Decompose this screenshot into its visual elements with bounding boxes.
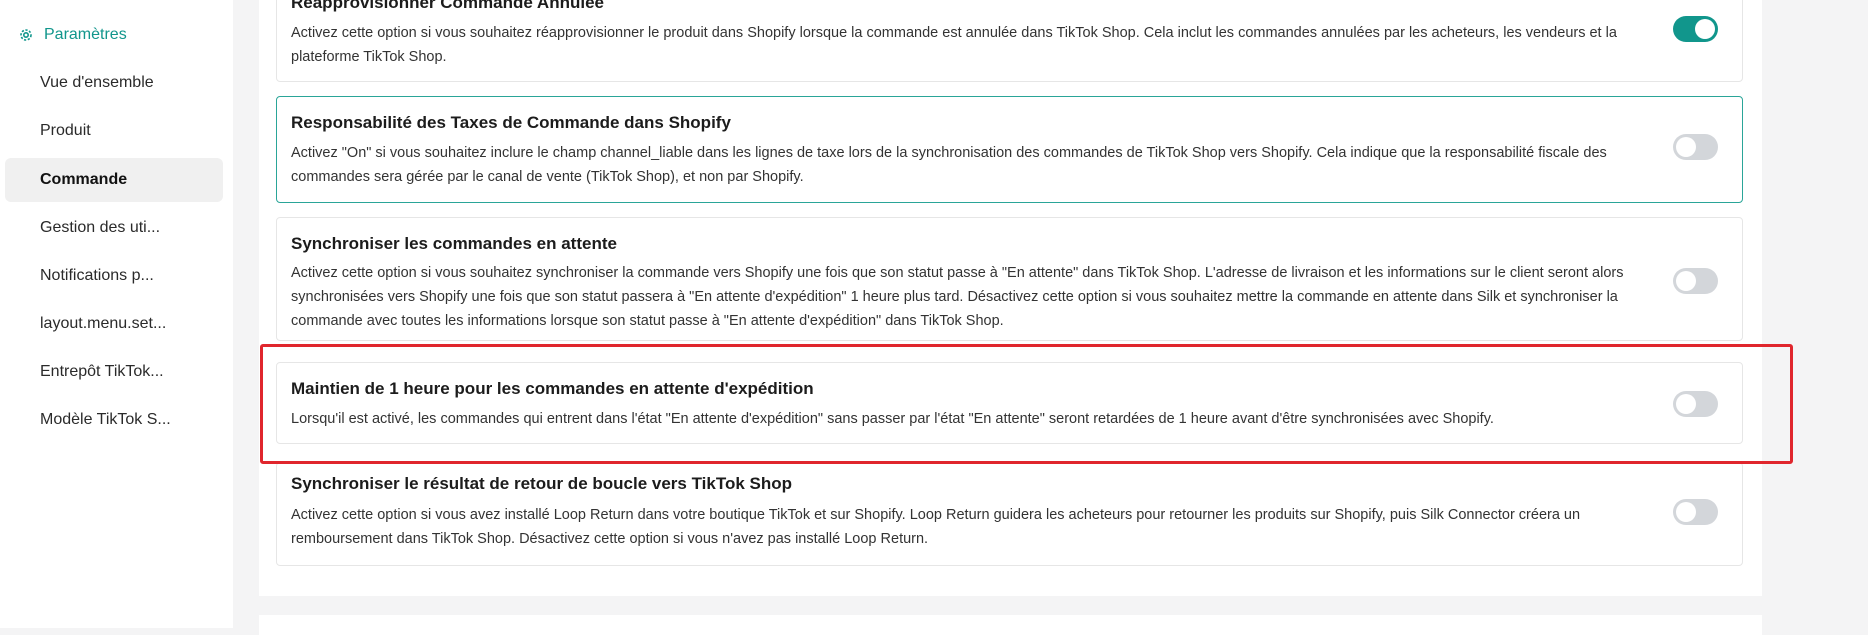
setting-card-tax-liability: Responsabilité des Taxes de Commande dan… xyxy=(276,96,1743,203)
setting-card-restock-cancelled: Réapprovisionner Commande Annulée Active… xyxy=(276,0,1743,82)
sidebar-header-label: Paramètres xyxy=(44,26,127,43)
sidebar-item-label: Commande xyxy=(40,171,128,188)
sidebar-item-layout-menu[interactable]: layout.menu.set... xyxy=(5,302,223,346)
sidebar-item-overview[interactable]: Vue d'ensemble xyxy=(5,61,223,105)
setting-title: Synchroniser le résultat de retour de bo… xyxy=(291,474,793,493)
toggle-knob xyxy=(1695,19,1715,39)
setting-description: Activez cette option si vous avez instal… xyxy=(291,507,1581,547)
sync-pending-toggle[interactable] xyxy=(1673,268,1718,294)
setting-title: Synchroniser les commandes en attente xyxy=(291,234,617,253)
sidebar-item-label: Notifications p... xyxy=(40,267,154,284)
sidebar-item-order[interactable]: Commande xyxy=(5,158,223,202)
gear-icon xyxy=(20,29,32,41)
setting-title: Réapprovisionner Commande Annulée xyxy=(291,0,604,12)
sidebar-item-tiktok-template[interactable]: Modèle TikTok S... xyxy=(5,398,223,442)
toggle-knob xyxy=(1676,394,1696,414)
sidebar-item-label: Produit xyxy=(40,122,91,139)
setting-card-sync-pending: Synchroniser les commandes en attente Ac… xyxy=(276,217,1743,341)
sidebar: Paramètres Vue d'ensemble Produit Comman… xyxy=(0,0,233,628)
setting-card-loop-return: Synchroniser le résultat de retour de bo… xyxy=(276,462,1743,566)
toggle-knob xyxy=(1676,271,1696,291)
sidebar-item-label: Gestion des uti... xyxy=(40,219,161,236)
sidebar-item-label: Entrepôt TikTok... xyxy=(40,363,164,380)
loop-return-toggle[interactable] xyxy=(1673,499,1718,525)
setting-description: Activez "On" si vous souhaitez inclure l… xyxy=(291,145,1607,185)
tax-liability-toggle[interactable] xyxy=(1673,134,1718,160)
setting-title: Responsabilité des Taxes de Commande dan… xyxy=(291,113,731,132)
restock-cancelled-toggle[interactable] xyxy=(1673,16,1718,42)
setting-description: Activez cette option si vous souhaitez s… xyxy=(291,265,1624,329)
sidebar-item-label: Vue d'ensemble xyxy=(40,74,154,91)
toggle-knob xyxy=(1676,137,1696,157)
setting-card-one-hour-hold: Maintien de 1 heure pour les commandes e… xyxy=(276,362,1743,444)
sidebar-item-product[interactable]: Produit xyxy=(5,109,223,153)
setting-description: Lorsqu'il est activé, les commandes qui … xyxy=(291,411,1494,427)
toggle-knob xyxy=(1676,502,1696,522)
sidebar-item-label: layout.menu.set... xyxy=(40,315,167,332)
sidebar-item-notifications[interactable]: Notifications p... xyxy=(5,254,223,298)
sidebar-item-label: Modèle TikTok S... xyxy=(40,411,171,428)
sidebar-header[interactable]: Paramètres xyxy=(18,24,127,46)
sidebar-item-user-management[interactable]: Gestion des uti... xyxy=(5,206,223,250)
setting-title: Maintien de 1 heure pour les commandes e… xyxy=(291,379,814,398)
next-panel xyxy=(259,615,1762,635)
one-hour-hold-toggle[interactable] xyxy=(1673,391,1718,417)
sidebar-item-tiktok-warehouse[interactable]: Entrepôt TikTok... xyxy=(5,350,223,394)
setting-description: Activez cette option si vous souhaitez r… xyxy=(291,25,1617,65)
